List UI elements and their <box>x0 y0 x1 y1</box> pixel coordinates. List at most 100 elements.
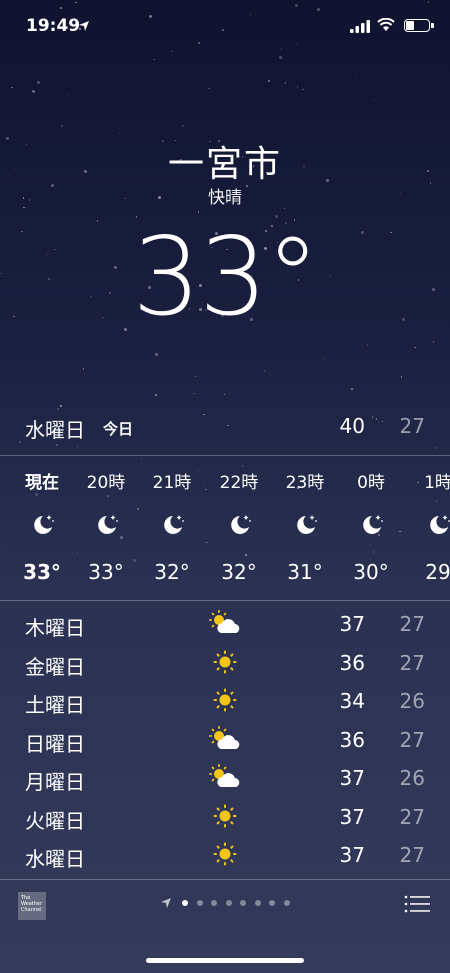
today-tag: 今日 <box>103 420 134 438</box>
page-dot[interactable] <box>240 900 246 906</box>
star <box>284 82 287 84</box>
daily-high: 34 <box>339 689 365 713</box>
daily-day: 木曜日 <box>25 616 85 640</box>
partly-cloudy-icon <box>207 725 243 753</box>
daily-high: 37 <box>339 804 365 829</box>
daily-high: 36 <box>339 650 365 675</box>
daily-low: 27 <box>399 843 425 867</box>
daily-forecast: 木曜日 37 27 金曜日 36 27 土曜日 34 26 日曜日 36 27 月曜日 37 26 火曜日 37… <box>25 604 425 874</box>
hourly-time: 1時 <box>424 473 450 493</box>
moon-stars-icon <box>227 512 253 538</box>
star <box>171 50 173 53</box>
weather-condition: 快晴 <box>208 188 242 208</box>
status-time: 19:49 <box>26 16 81 36</box>
status-bar: 19:49 <box>0 14 450 40</box>
divider <box>0 600 450 601</box>
daily-low: 27 <box>399 650 425 675</box>
hourly-temperature: 29 <box>425 560 450 584</box>
hourly-time: 現在 <box>25 473 59 493</box>
moon-stars-icon <box>30 512 56 538</box>
star <box>434 447 437 449</box>
star <box>197 211 200 213</box>
star <box>61 125 63 127</box>
partly-cloudy-icon <box>207 609 243 637</box>
moon-stars-icon <box>359 512 385 538</box>
star <box>280 48 283 50</box>
hourly-time: 22時 <box>219 473 259 493</box>
hourly-time: 20時 <box>86 473 126 493</box>
star <box>56 444 58 446</box>
hourly-temperature: 33° <box>88 560 124 584</box>
star <box>118 132 121 135</box>
current-temperature: 33° <box>132 215 319 340</box>
city-name: 一宮市 <box>167 144 282 185</box>
page-dot[interactable] <box>269 900 275 906</box>
moon-stars-icon <box>94 512 120 538</box>
daily-row: 月曜日 37 26 <box>25 758 425 797</box>
today-day: 水曜日 <box>25 418 85 442</box>
daily-low: 27 <box>399 804 425 829</box>
page-dot[interactable] <box>211 900 217 906</box>
daily-day: 水曜日 <box>25 847 85 871</box>
daily-day: 月曜日 <box>25 770 85 794</box>
star <box>76 445 79 448</box>
daily-row: 金曜日 36 27 <box>25 643 425 682</box>
location-arrow-icon <box>161 898 171 908</box>
location-arrow-icon <box>79 21 89 31</box>
list-icon[interactable] <box>404 894 430 914</box>
hourly-time: 23時 <box>285 473 325 493</box>
star <box>294 4 298 8</box>
star <box>60 405 62 407</box>
battery-icon <box>404 19 434 32</box>
star <box>295 42 298 45</box>
star <box>223 393 226 396</box>
star <box>11 86 13 89</box>
daily-row: 水曜日 37 27 <box>25 835 425 874</box>
page-dot[interactable] <box>225 900 232 906</box>
star <box>182 125 184 127</box>
moon-stars-icon <box>160 512 186 538</box>
star <box>351 388 353 390</box>
star <box>414 346 416 349</box>
daily-day: 日曜日 <box>25 731 85 756</box>
star <box>193 392 195 395</box>
moon-stars-icon <box>426 512 450 538</box>
hourly-time: 0時 <box>357 473 385 493</box>
daily-high: 37 <box>339 766 365 790</box>
daily-high: 36 <box>339 727 365 752</box>
daily-high: 37 <box>339 843 365 867</box>
hourly-time: 21時 <box>152 473 192 493</box>
home-indicator[interactable] <box>146 958 304 963</box>
star <box>278 55 282 59</box>
page-dot[interactable] <box>182 900 188 906</box>
partly-cloudy-icon <box>207 763 243 791</box>
star <box>355 76 358 79</box>
star <box>268 80 270 82</box>
star <box>302 88 304 91</box>
bottom-bar: The Weather Channel <box>0 880 450 940</box>
star <box>400 376 403 378</box>
star <box>75 1 77 4</box>
daily-day: 金曜日 <box>25 654 85 679</box>
sun-icon <box>207 802 243 830</box>
weather-channel-logo[interactable]: The Weather Channel <box>18 892 46 920</box>
page-dot[interactable] <box>283 900 290 906</box>
star <box>19 441 21 443</box>
star <box>82 368 85 370</box>
star <box>155 394 157 396</box>
star <box>60 7 62 9</box>
hourly-temperature: 32° <box>221 560 257 584</box>
today-low: 27 <box>399 414 425 438</box>
page-dot[interactable] <box>196 900 203 906</box>
daily-row: 土曜日 34 26 <box>25 681 425 720</box>
sun-icon <box>207 840 243 868</box>
hourly-forecast[interactable]: 現在 33° 20時 33° 21時 32° 22時 32° 23時 31° 0時 30° 1時 29 <box>0 456 450 600</box>
star <box>263 370 266 372</box>
daily-low: 27 <box>399 727 425 752</box>
cellular-signal-icon <box>350 20 370 33</box>
star <box>208 87 210 90</box>
page-dot[interactable] <box>254 900 261 906</box>
star <box>322 357 325 360</box>
star <box>296 86 299 88</box>
star <box>66 93 69 96</box>
